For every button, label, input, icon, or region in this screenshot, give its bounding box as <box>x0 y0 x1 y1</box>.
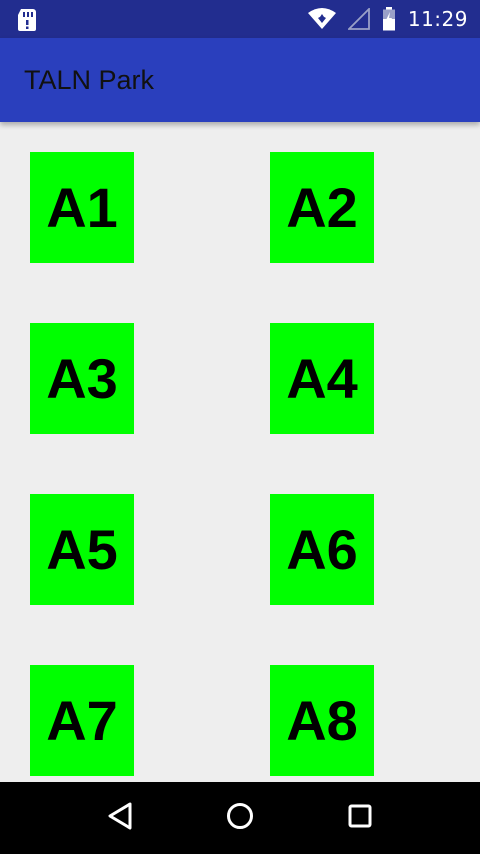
wifi-icon <box>307 8 336 30</box>
cell-signal-icon <box>347 8 370 30</box>
battery-icon <box>382 7 396 31</box>
spot-label: A4 <box>286 346 358 410</box>
app-title: TALN Park <box>24 65 155 95</box>
navigation-bar <box>0 782 480 854</box>
back-button[interactable] <box>102 800 138 836</box>
spot-label: A8 <box>286 688 358 752</box>
parking-spot-a1[interactable]: A1 <box>30 152 134 263</box>
status-bar: 11:29 <box>0 0 480 38</box>
recents-icon <box>346 802 374 834</box>
spot-label: A1 <box>46 175 118 239</box>
parking-spot-a3[interactable]: A3 <box>30 323 134 434</box>
parking-spot-a7[interactable]: A7 <box>30 665 134 776</box>
status-time: 11:29 <box>407 7 468 31</box>
parking-spot-a8[interactable]: A8 <box>270 665 374 776</box>
parking-spot-a2[interactable]: A2 <box>270 152 374 263</box>
parking-spot-a4[interactable]: A4 <box>270 323 374 434</box>
recents-button[interactable] <box>342 800 378 836</box>
spot-label: A5 <box>46 517 118 581</box>
parking-grid: A1 A2 A3 A4 A5 A6 A7 A8 <box>0 122 480 782</box>
parking-spot-a6[interactable]: A6 <box>270 494 374 605</box>
home-button[interactable] <box>222 800 258 836</box>
parking-spot-a5[interactable]: A5 <box>30 494 134 605</box>
spot-label: A6 <box>286 517 358 581</box>
spot-label: A2 <box>286 175 358 239</box>
spot-label: A7 <box>46 688 118 752</box>
spot-label: A3 <box>46 346 118 410</box>
sd-card-icon <box>16 8 38 31</box>
back-icon <box>106 801 134 835</box>
app-bar: TALN Park <box>0 38 480 122</box>
home-icon <box>225 801 255 835</box>
